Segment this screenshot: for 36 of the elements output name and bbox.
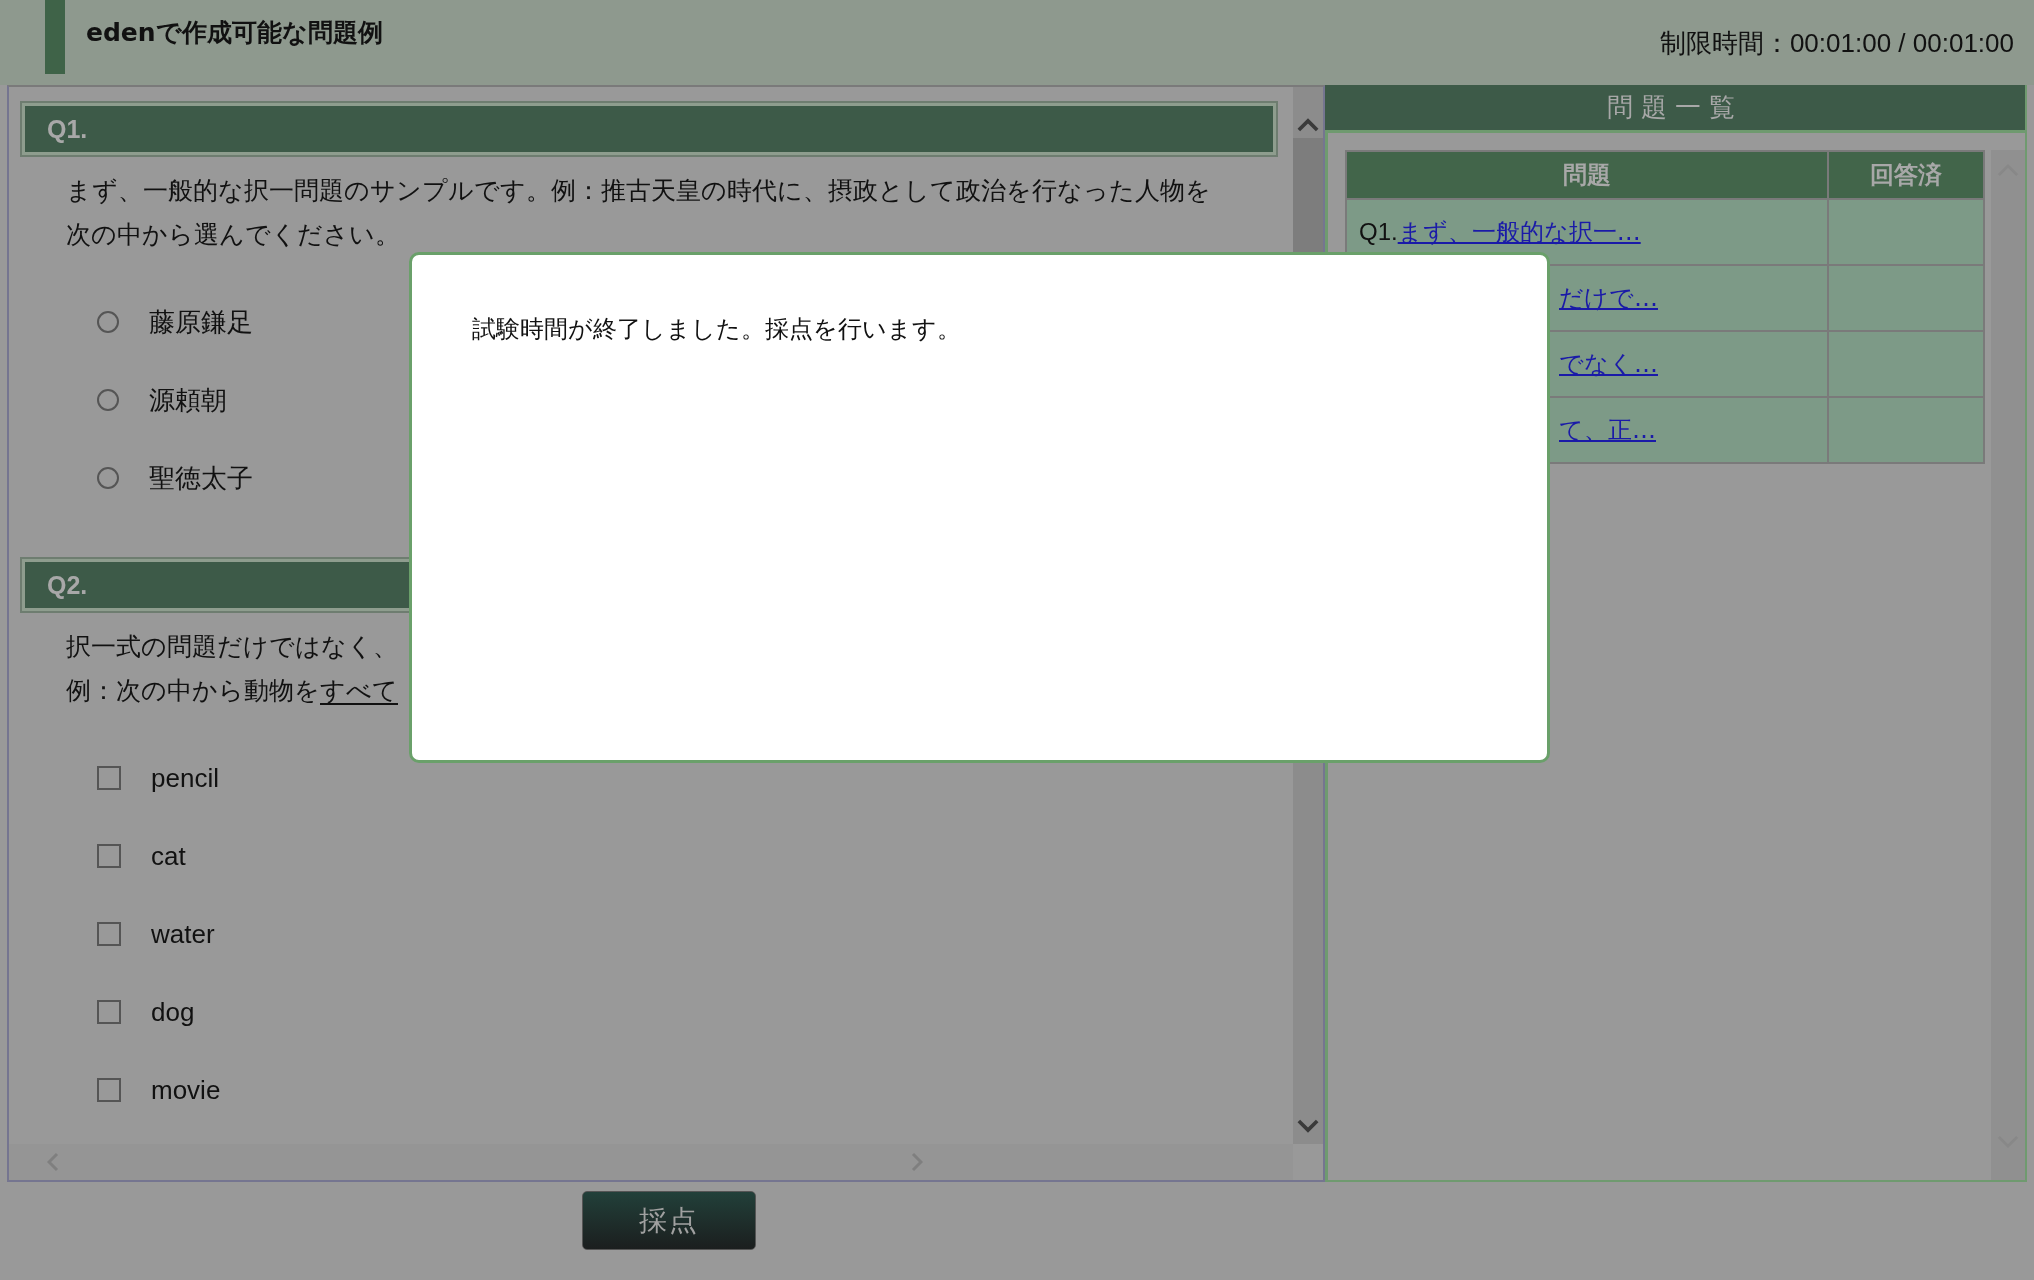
question-link[interactable]: だけで… — [1559, 284, 1658, 312]
checkbox[interactable] — [97, 1000, 121, 1024]
question-text: 例：次の中から動物をすべて — [66, 675, 399, 707]
question-text: 択一式の問題だけではなく、 — [66, 631, 399, 663]
panel-title: 問題一覧 — [1325, 85, 2025, 130]
question-text: 次の中から選んでください。 — [66, 219, 401, 251]
checkbox[interactable] — [97, 1078, 121, 1102]
dialog-message: 試験時間が終了しました。採点を行います。 — [472, 314, 961, 345]
scroll-down-icon[interactable] — [1297, 1119, 1319, 1134]
question-number: Q1. — [1359, 218, 1398, 245]
question-link[interactable]: て、正… — [1559, 416, 1656, 444]
question-text: まず、一般的な択一問題のサンプルです。例：推古天皇の時代に、摂政として政治を行なった人物を — [66, 175, 1212, 207]
option-label: pencil — [151, 762, 219, 794]
page-title: edenで作成可能な問題例 — [86, 17, 383, 49]
option-label: movie — [151, 1074, 221, 1106]
option-label: dog — [151, 996, 195, 1028]
checkbox[interactable] — [97, 922, 121, 946]
option-label: 源頼朝 — [149, 383, 227, 417]
scroll-up-icon[interactable] — [1297, 117, 1319, 132]
option-label: 藤原鎌足 — [149, 305, 253, 339]
timer-text: 制限時間：00:01:00 / 00:01:00 — [1659, 27, 2014, 60]
column-header: 問題 — [1346, 151, 1828, 199]
radio-button[interactable] — [97, 311, 119, 333]
question-number: Q1. — [47, 114, 88, 144]
radio-button[interactable] — [97, 467, 119, 489]
question-number: Q2. — [47, 570, 88, 600]
column-header: 回答済 — [1828, 151, 1984, 199]
checkbox[interactable] — [97, 766, 121, 790]
option-label: 聖徳太子 — [149, 461, 253, 495]
option-label: cat — [151, 840, 186, 872]
checkbox[interactable] — [97, 844, 121, 868]
question-link[interactable]: まず、一般的な択一… — [1397, 218, 1641, 246]
radio-button[interactable] — [97, 389, 119, 411]
option-label: water — [151, 918, 215, 950]
grade-button[interactable]: 採点 — [582, 1191, 756, 1250]
question-link[interactable]: でなく… — [1559, 350, 1658, 378]
